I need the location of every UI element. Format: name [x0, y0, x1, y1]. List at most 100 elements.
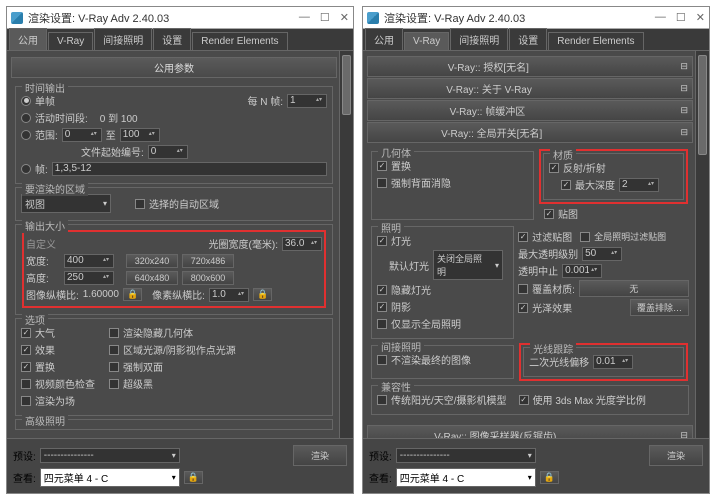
input-frames-wrap[interactable]: [52, 162, 327, 176]
input-filestart[interactable]: [149, 146, 177, 157]
radio-frames[interactable]: [21, 164, 31, 174]
check-filtmaps[interactable]: [518, 232, 528, 242]
input-everyN[interactable]: [288, 95, 316, 106]
maximize-button-r[interactable]: ☐: [676, 11, 686, 24]
tab-vray-r[interactable]: V-Ray: [404, 32, 449, 50]
scroll-thumb-r[interactable]: [698, 55, 707, 155]
titlebar-r[interactable]: 渲染设置: V-Ray Adv 2.40.03 — ☐ ✕: [363, 7, 709, 29]
combo-preset-r[interactable]: ---------------: [396, 448, 536, 463]
check-hidlights[interactable]: [377, 285, 387, 295]
check-aslr[interactable]: [109, 345, 119, 355]
titlebar[interactable]: 渲染设置: V-Ray Adv 2.40.03 — ☐ ✕: [7, 7, 353, 29]
radio-active-range[interactable]: [21, 113, 31, 123]
lock-view-icon[interactable]: 🔒: [184, 471, 203, 484]
check-rhg[interactable]: [109, 328, 119, 338]
tab-gi[interactable]: 间接照明: [94, 28, 152, 50]
spinner-everyN[interactable]: ▴▾: [287, 94, 327, 108]
spinner-width[interactable]: ▴▾: [64, 254, 114, 268]
combo-area[interactable]: 视图: [21, 194, 111, 213]
check-displace-r[interactable]: [377, 161, 387, 171]
minimize-button-r[interactable]: —: [655, 11, 666, 24]
input-frames[interactable]: [53, 163, 326, 174]
content-right: V-Ray:: 授权[无名]⊟ V-Ray:: 关于 V-Ray⊟ V-Ray:…: [363, 51, 709, 438]
scrollbar-r[interactable]: [695, 51, 709, 438]
btn-800[interactable]: 800x600: [182, 271, 234, 285]
check-forcebc[interactable]: [377, 178, 387, 188]
input-pix-aspect[interactable]: [210, 289, 238, 300]
spinner-height[interactable]: ▴▾: [64, 271, 114, 285]
spinner-aperture[interactable]: ▴▾: [282, 237, 322, 251]
check-atmos[interactable]: [21, 328, 31, 338]
check-displace[interactable]: [21, 362, 31, 372]
spinner-secray[interactable]: ▴▾: [593, 355, 633, 369]
check-shadows[interactable]: [377, 302, 387, 312]
combo-view[interactable]: 四元菜单 4 - C: [40, 468, 180, 487]
spinner-range-a[interactable]: ▴▾: [62, 128, 102, 142]
scroll-thumb[interactable]: [342, 55, 351, 115]
tab-render-elements[interactable]: Render Elements: [192, 32, 287, 50]
spinner-maxdepth[interactable]: ▴▾: [619, 178, 659, 192]
tab-common[interactable]: 公用: [9, 28, 47, 50]
check-nofinal[interactable]: [377, 355, 387, 365]
combo-deflights[interactable]: 关闭全局照明: [433, 250, 503, 280]
group-common-params[interactable]: 公用参数: [11, 57, 337, 78]
spinner-range-b[interactable]: ▴▾: [120, 128, 160, 142]
btn-excl[interactable]: 覆盖排除…: [630, 299, 689, 316]
input-range-a[interactable]: [63, 129, 91, 140]
tab-gi-r[interactable]: 间接照明: [450, 28, 508, 50]
btn-320[interactable]: 320x240: [126, 254, 178, 268]
scrollbar[interactable]: [339, 51, 353, 438]
lock-icon-2[interactable]: 🔒: [253, 288, 272, 301]
render-button[interactable]: 渲染: [293, 445, 347, 466]
btn-720[interactable]: 720x486: [182, 254, 234, 268]
input-aperture[interactable]: [283, 238, 311, 249]
check-superB[interactable]: [109, 379, 119, 389]
spinner-transpend[interactable]: ▴▾: [562, 264, 602, 278]
tab-render-elements-r[interactable]: Render Elements: [548, 32, 643, 50]
input-height[interactable]: [65, 272, 103, 283]
tab-settings[interactable]: 设置: [153, 28, 191, 50]
check-f2s[interactable]: [109, 362, 119, 372]
check-gifilt[interactable]: [580, 232, 590, 242]
combo-view-r[interactable]: 四元菜单 4 - C: [396, 468, 536, 487]
check-vcc[interactable]: [21, 379, 31, 389]
check-reflref[interactable]: [549, 163, 559, 173]
render-button-r[interactable]: 渲染: [649, 445, 703, 466]
check-lights[interactable]: [377, 236, 387, 246]
tab-settings-r[interactable]: 设置: [509, 28, 547, 50]
minimize-button[interactable]: —: [299, 11, 310, 24]
btn-ovrmat[interactable]: 无: [579, 280, 689, 297]
spinner-pix-aspect[interactable]: ▴▾: [209, 288, 249, 302]
tab-vray[interactable]: V-Ray: [48, 32, 93, 50]
combo-preset[interactable]: ---------------: [40, 448, 180, 463]
check-auto-area[interactable]: [135, 199, 145, 209]
spinner-maxtransp[interactable]: ▴▾: [582, 247, 622, 261]
spinner-filestart[interactable]: ▴▾: [148, 145, 188, 159]
rollup-about[interactable]: V-Ray:: 关于 V-Ray⊟: [367, 78, 693, 99]
check-usemax[interactable]: [519, 395, 529, 405]
check-maps[interactable]: [544, 209, 554, 219]
close-button-r[interactable]: ✕: [696, 11, 705, 24]
radio-single-frame[interactable]: [21, 96, 31, 106]
check-glossy[interactable]: [518, 303, 528, 313]
rollup-auth[interactable]: V-Ray:: 授权[无名]⊟: [367, 56, 693, 77]
check-showgi[interactable]: [377, 319, 387, 329]
lock-icon[interactable]: 🔒: [123, 288, 142, 301]
input-width[interactable]: [65, 255, 103, 266]
rollup-global-switches[interactable]: V-Ray:: 全局开关[无名]⊟: [367, 122, 693, 143]
fieldset-lighting: 照明 灯光 默认灯光关闭全局照明 隐藏灯光 阴影 仅显示全局照明: [371, 226, 514, 339]
check-maxdepth[interactable]: [561, 180, 571, 190]
check-effects[interactable]: [21, 345, 31, 355]
tab-common-r[interactable]: 公用: [365, 28, 403, 50]
radio-range[interactable]: [21, 130, 31, 140]
check-ovrmat[interactable]: [518, 284, 528, 294]
close-button[interactable]: ✕: [340, 11, 349, 24]
rollup-framebuf[interactable]: V-Ray:: 帧缓冲区⊟: [367, 100, 693, 121]
btn-640[interactable]: 640x480: [126, 271, 178, 285]
input-range-b[interactable]: [121, 129, 149, 140]
maximize-button[interactable]: ☐: [320, 11, 330, 24]
lock-view-icon-r[interactable]: 🔒: [540, 471, 559, 484]
check-compatold[interactable]: [377, 395, 387, 405]
check-rtf[interactable]: [21, 396, 31, 406]
rollup-sampler[interactable]: V-Ray:: 图像采样器(反锯齿)⊟: [367, 425, 693, 438]
